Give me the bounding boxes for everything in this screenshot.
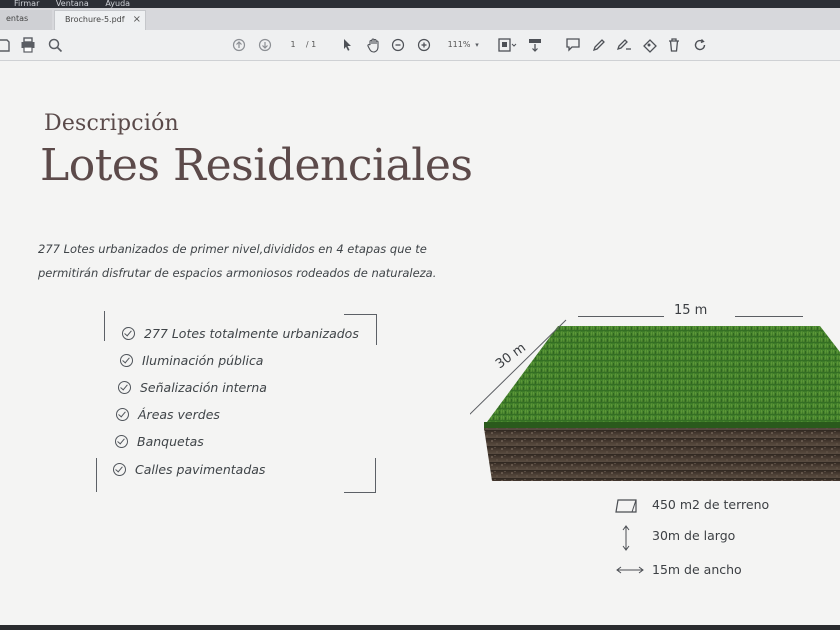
menu-bar: Firmar Ventana Ayuda — [0, 0, 840, 8]
search-icon[interactable] — [47, 36, 65, 54]
close-tab-icon[interactable]: × — [133, 11, 141, 29]
width-dimension-label: 15 m — [674, 303, 708, 318]
check-circle-icon — [122, 327, 135, 340]
list-item-label: Banquetas — [137, 434, 204, 449]
horizontal-arrow-icon — [616, 566, 644, 574]
section-subtitle: Descripción — [44, 111, 179, 136]
check-circle-icon — [118, 381, 131, 394]
intro-line-2: permitirán disfrutar de espacios armonio… — [38, 266, 437, 280]
hand-tool-icon[interactable] — [366, 36, 382, 54]
bracket-bottom-left — [96, 458, 97, 492]
tab-bar: entas Brochure-5.pdf × — [0, 8, 840, 31]
select-tool-icon[interactable] — [341, 36, 355, 54]
page-title: Lotes Residenciales — [40, 140, 473, 191]
toolbar: 1 / 1 111% ▾ — [0, 30, 840, 61]
print-icon[interactable] — [20, 36, 38, 54]
grass-lot-image — [470, 319, 840, 481]
next-page-icon[interactable] — [258, 36, 274, 54]
intro-line-1: 277 Lotes urbanizados de primer nivel,di… — [38, 242, 427, 256]
page-number-input[interactable]: 1 — [288, 36, 298, 54]
screen-bezel — [0, 625, 840, 630]
pen-icon[interactable] — [591, 36, 607, 54]
erase-markup-icon[interactable] — [615, 36, 633, 54]
list-item-label: Calles pavimentadas — [135, 462, 266, 477]
check-circle-icon — [116, 408, 129, 421]
page-total: / 1 — [305, 40, 317, 49]
rotate-icon[interactable] — [692, 36, 708, 54]
list-item-label: Señalización interna — [140, 380, 267, 395]
fit-page-icon[interactable] — [497, 36, 517, 54]
zoom-in-icon[interactable] — [417, 36, 433, 54]
zoom-dropdown-icon[interactable]: ▾ — [472, 36, 482, 54]
scroll-mode-icon[interactable] — [527, 36, 543, 54]
spec-label: 15m de ancho — [652, 562, 742, 577]
bracket-top-left — [104, 311, 105, 341]
bracket-bottom-right — [344, 458, 376, 493]
spec-label: 450 m2 de terreno — [652, 497, 770, 512]
zoom-level-select[interactable]: 111% — [446, 36, 472, 54]
save-icon[interactable] — [0, 36, 12, 54]
vertical-arrow-icon — [622, 525, 630, 551]
menu-item-ayuda[interactable]: Ayuda — [105, 0, 130, 8]
menu-item-firmar[interactable]: Firmar — [14, 0, 39, 8]
tab-document-label: Brochure-5.pdf — [65, 15, 125, 24]
tab-document[interactable]: Brochure-5.pdf × — [54, 10, 146, 30]
width-dimension-line-left — [578, 316, 664, 317]
area-icon — [615, 499, 637, 513]
zoom-out-icon[interactable] — [391, 36, 407, 54]
comment-icon[interactable] — [565, 36, 581, 54]
list-item-label: Áreas verdes — [138, 407, 220, 422]
stamp-icon[interactable] — [641, 36, 659, 54]
intro-paragraph: 277 Lotes urbanizados de primer nivel,di… — [38, 237, 478, 285]
menu-item-ventana[interactable]: Ventana — [56, 0, 89, 8]
check-circle-icon — [113, 463, 126, 476]
delete-icon[interactable] — [667, 36, 683, 54]
check-circle-icon — [120, 354, 133, 367]
list-item-label: 277 Lotes totalmente urbanizados — [144, 326, 359, 341]
check-circle-icon — [115, 435, 128, 448]
previous-page-icon[interactable] — [232, 36, 248, 54]
spec-label: 30m de largo — [652, 528, 736, 543]
tab-herramientas[interactable]: entas — [0, 10, 52, 30]
width-dimension-line-right — [735, 316, 803, 317]
list-item-label: Iluminación pública — [142, 353, 264, 368]
